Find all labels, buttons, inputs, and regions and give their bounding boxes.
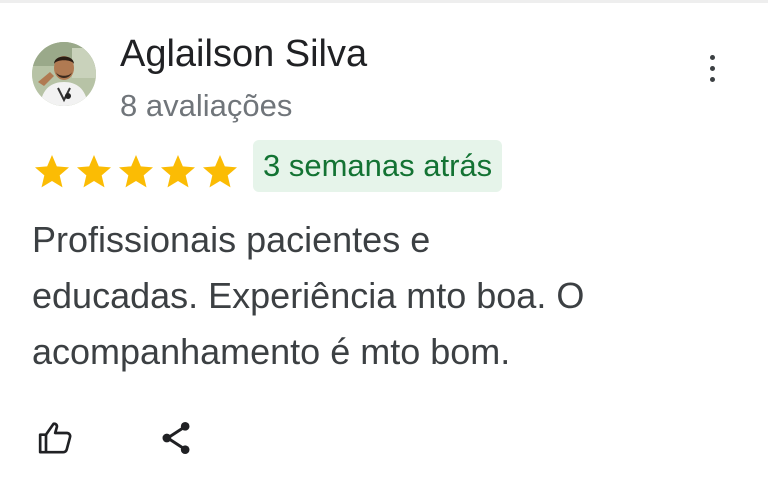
review-text-line: Profissionais pacientes e <box>32 219 431 260</box>
review-card: Aglailson Silva 8 avaliações 3 semanas a… <box>0 0 768 487</box>
review-text-line: educadas. Experiência mto boa. O <box>32 275 585 316</box>
review-text: Profissionais pacientes e educadas. Exper… <box>32 212 732 380</box>
star-icon <box>35 155 69 188</box>
star-icon <box>203 155 237 188</box>
review-date-badge: 3 semanas atrás <box>253 140 503 192</box>
avatar[interactable] <box>32 42 96 106</box>
avatar-photo <box>32 42 96 106</box>
star-icon <box>119 155 153 188</box>
like-button[interactable] <box>36 418 76 458</box>
share-button[interactable] <box>156 418 196 458</box>
share-icon <box>162 422 190 454</box>
review-count: 8 avaliações <box>120 88 293 123</box>
top-divider <box>0 0 768 3</box>
author-name[interactable]: Aglailson Silva <box>120 32 367 76</box>
thumb-up-icon <box>38 422 72 454</box>
star-rating <box>32 152 240 192</box>
star-icon <box>161 155 195 188</box>
star-icon <box>77 155 111 188</box>
more-vert-icon <box>709 54 715 82</box>
review-text-line: acompanhamento é mto bom. <box>32 331 511 372</box>
more-options-button[interactable] <box>696 48 728 88</box>
